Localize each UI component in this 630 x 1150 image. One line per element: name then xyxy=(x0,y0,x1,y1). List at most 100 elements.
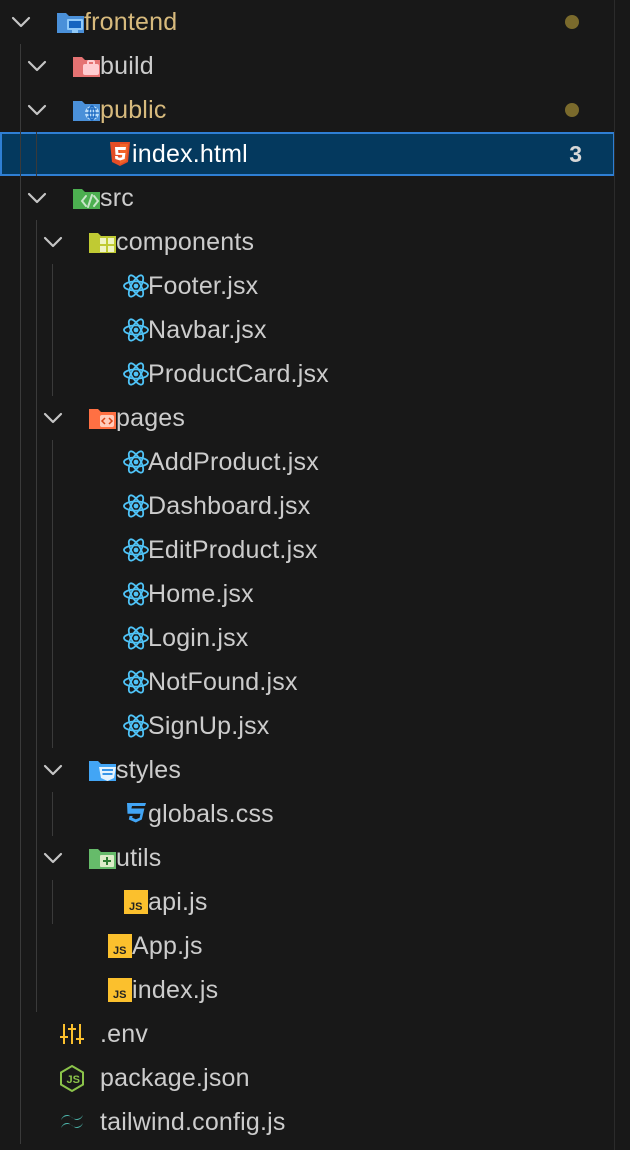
indent-guide xyxy=(20,352,21,396)
indent-guide xyxy=(36,132,37,176)
react-icon xyxy=(121,492,151,520)
tree-item-home-jsx[interactable]: Home.jsx xyxy=(0,572,615,616)
tree-item-label: .env xyxy=(100,1020,149,1048)
tree-item-login-jsx[interactable]: Login.jsx xyxy=(0,616,615,660)
indent-guide xyxy=(20,264,21,308)
tailwind-icon xyxy=(57,1108,87,1136)
tree-item-api-js[interactable]: JS api.js xyxy=(0,880,615,924)
tree-item-navbar-jsx[interactable]: Navbar.jsx xyxy=(0,308,615,352)
chevron-down-icon[interactable] xyxy=(24,53,50,79)
indent-guide xyxy=(20,968,21,1012)
tree-item-tailwind-config[interactable]: tailwind.config.js xyxy=(0,1100,615,1144)
indent-guide xyxy=(20,396,21,440)
indent-guide xyxy=(36,660,37,704)
javascript-icon: JS xyxy=(105,932,135,960)
tree-item-public[interactable]: public xyxy=(0,88,615,132)
tree-item-label: public xyxy=(100,96,167,124)
indent-guide xyxy=(20,132,21,176)
folder-pages-icon xyxy=(88,404,118,432)
react-icon xyxy=(121,272,151,300)
tree-item-label: tailwind.config.js xyxy=(100,1108,286,1136)
tree-item-package-json[interactable]: JS package.json xyxy=(0,1056,615,1100)
indent-guide xyxy=(36,264,37,308)
indent-guide xyxy=(20,44,21,88)
tree-item-frontend[interactable]: frontend xyxy=(0,0,615,44)
indent-guide xyxy=(20,792,21,836)
indent-guide xyxy=(36,308,37,352)
tree-item-dashboard-jsx[interactable]: Dashboard.jsx xyxy=(0,484,615,528)
indent-guide xyxy=(36,924,37,968)
tree-item-label: components xyxy=(116,228,255,256)
indent-guide xyxy=(20,1100,21,1144)
indent-guide xyxy=(52,352,53,396)
tree-item-editproduct-jsx[interactable]: EditProduct.jsx xyxy=(0,528,615,572)
tree-item-productcard-jsx[interactable]: ProductCard.jsx xyxy=(0,352,615,396)
chevron-down-icon[interactable] xyxy=(24,185,50,211)
css3-icon xyxy=(121,800,151,828)
tree-item-build[interactable]: build xyxy=(0,44,615,88)
tree-item-label: frontend xyxy=(84,8,178,36)
vertical-scrollbar[interactable] xyxy=(614,700,630,1150)
javascript-icon: JS xyxy=(121,888,151,916)
indent-guide xyxy=(20,572,21,616)
tree-item-label: src xyxy=(100,184,134,212)
chevron-down-icon[interactable] xyxy=(40,757,66,783)
tree-item-label: NotFound.jsx xyxy=(148,668,298,696)
tree-item-signup-jsx[interactable]: SignUp.jsx xyxy=(0,704,615,748)
tree-item-label: globals.css xyxy=(148,800,274,828)
tree-item-label: Dashboard.jsx xyxy=(148,492,311,520)
tree-item-styles[interactable]: styles xyxy=(0,748,615,792)
tree-item-index-js[interactable]: JS index.js xyxy=(0,968,615,1012)
tree-item-footer-jsx[interactable]: Footer.jsx xyxy=(0,264,615,308)
indent-guide xyxy=(36,220,37,264)
folder-utils-icon xyxy=(88,844,118,872)
indent-guide xyxy=(20,836,21,880)
modified-indicator-dot xyxy=(565,15,579,29)
chevron-down-icon[interactable] xyxy=(40,845,66,871)
indent-guide xyxy=(52,440,53,484)
file-explorer: frontend build public index.html 3 src compone… xyxy=(0,0,630,1150)
tree-item-addproduct-jsx[interactable]: AddProduct.jsx xyxy=(0,440,615,484)
tree-item-label: ProductCard.jsx xyxy=(148,360,329,388)
indent-guide xyxy=(52,880,53,924)
chevron-down-icon[interactable] xyxy=(24,97,50,123)
file-tree: frontend build public index.html 3 src compone… xyxy=(0,0,615,1144)
tree-item-src[interactable]: src xyxy=(0,176,615,220)
react-icon xyxy=(121,712,151,740)
tree-item-pages[interactable]: pages xyxy=(0,396,615,440)
tree-item-index-html[interactable]: index.html 3 xyxy=(0,132,615,176)
tree-item-label: index.js xyxy=(132,976,219,1004)
chevron-down-icon[interactable] xyxy=(40,405,66,431)
env-settings-icon xyxy=(57,1020,87,1048)
tree-item-globals-css[interactable]: globals.css xyxy=(0,792,615,836)
indent-guide xyxy=(52,704,53,748)
indent-guide xyxy=(52,616,53,660)
chevron-down-icon[interactable] xyxy=(8,9,34,35)
indent-guide xyxy=(36,396,37,440)
tree-item-app-js[interactable]: JS App.js xyxy=(0,924,615,968)
folder-components-icon xyxy=(88,228,118,256)
tree-item-notfound-jsx[interactable]: NotFound.jsx xyxy=(0,660,615,704)
indent-guide xyxy=(20,704,21,748)
indent-guide xyxy=(36,440,37,484)
tree-item-label: Login.jsx xyxy=(148,624,249,652)
indent-guide xyxy=(20,748,21,792)
indent-guide xyxy=(52,572,53,616)
indent-guide xyxy=(36,880,37,924)
indent-guide xyxy=(36,704,37,748)
react-icon xyxy=(121,360,151,388)
indent-guide xyxy=(52,660,53,704)
tree-item-label: App.js xyxy=(132,932,203,960)
tree-item-utils[interactable]: utils xyxy=(0,836,615,880)
chevron-down-icon[interactable] xyxy=(40,229,66,255)
folder-src-icon xyxy=(72,184,102,212)
tree-item-label: package.json xyxy=(100,1064,250,1092)
indent-guide xyxy=(20,88,21,132)
indent-guide xyxy=(36,616,37,660)
tree-item-label: Footer.jsx xyxy=(148,272,259,300)
folder-frontend-icon xyxy=(56,8,86,36)
modified-indicator-dot xyxy=(565,103,579,117)
indent-guide xyxy=(36,748,37,792)
tree-item-components[interactable]: components xyxy=(0,220,615,264)
tree-item-env[interactable]: .env xyxy=(0,1012,615,1056)
